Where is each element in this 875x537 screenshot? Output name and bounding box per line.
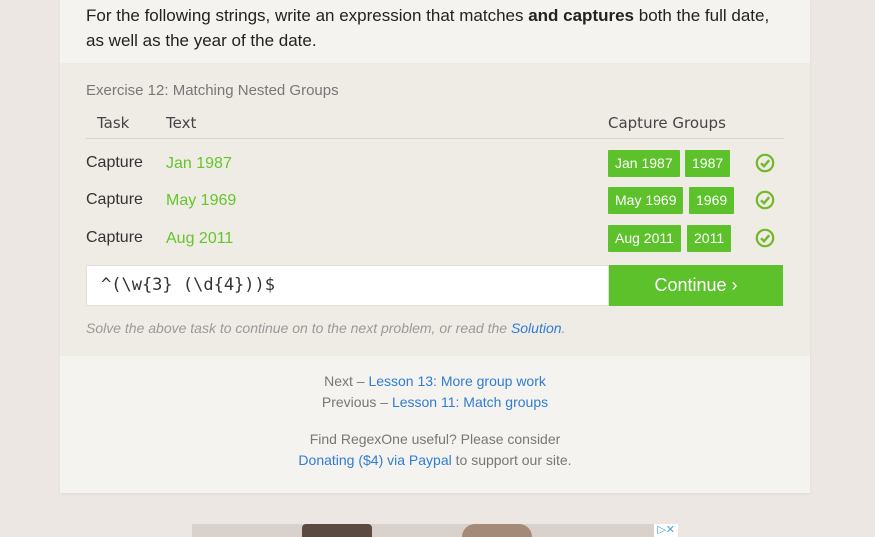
capture-groups-column-header: Capture Groups [608,114,726,132]
solution-link[interactable]: Solution [511,320,562,336]
check-icon [755,190,775,210]
task-label: Capture [86,154,143,171]
check-icon [755,153,775,173]
capture-group-badge: 2011 [687,225,732,252]
regex-input[interactable]: ^(\w{3} (\d{4}))$ [86,265,609,306]
task-label: Capture [86,191,143,208]
capture-group-badge: May 1969 [608,187,684,214]
lesson-intro: For the following strings, write an expr… [86,6,770,50]
support-message: Find RegexOne useful? Please consider Do… [298,431,572,468]
continue-button[interactable]: Continue › [609,265,783,306]
check-icon [755,228,775,248]
header-divider [86,138,784,139]
next-lesson-link[interactable]: Lesson 13: More group work [368,373,545,389]
text-column-header: Text [166,114,197,132]
table-row: Capture Aug 2011 Aug 2011 2011 [60,225,810,255]
donate-link[interactable]: Donating ($4) via Paypal [298,452,451,468]
task-column-header: Task [97,114,130,132]
capture-group-badge: Jan 1987 [608,150,680,177]
test-string: Jan 1987 [166,155,232,172]
hint-text: Solve the above task to continue on to t… [86,320,566,336]
ad-image [302,524,372,537]
advertisement-banner[interactable]: ▷✕ [192,524,678,537]
test-string: Aug 2011 [166,230,234,247]
previous-lesson-link[interactable]: Lesson 11: Match groups [392,394,548,410]
table-row: Capture May 1969 May 1969 1969 [60,187,810,217]
exercise-panel: Exercise 12: Matching Nested Groups Task… [60,63,810,356]
exercise-title: Exercise 12: Matching Nested Groups [86,82,339,99]
adchoices-icon[interactable]: ▷✕ [654,524,678,537]
lesson-navigation: Next – Lesson 13: More group work Previo… [321,373,549,410]
capture-group-badge: 1987 [685,150,731,177]
task-label: Capture [86,229,143,246]
capture-group-badge: Aug 2011 [608,225,681,252]
ad-image [462,524,532,537]
lesson-card: For the following strings, write an expr… [60,0,810,493]
capture-group-badge: 1969 [689,187,735,214]
table-row: Capture Jan 1987 Jan 1987 1987 [60,150,810,180]
intro-bold: and captures [528,6,635,25]
test-string: May 1969 [166,192,237,209]
